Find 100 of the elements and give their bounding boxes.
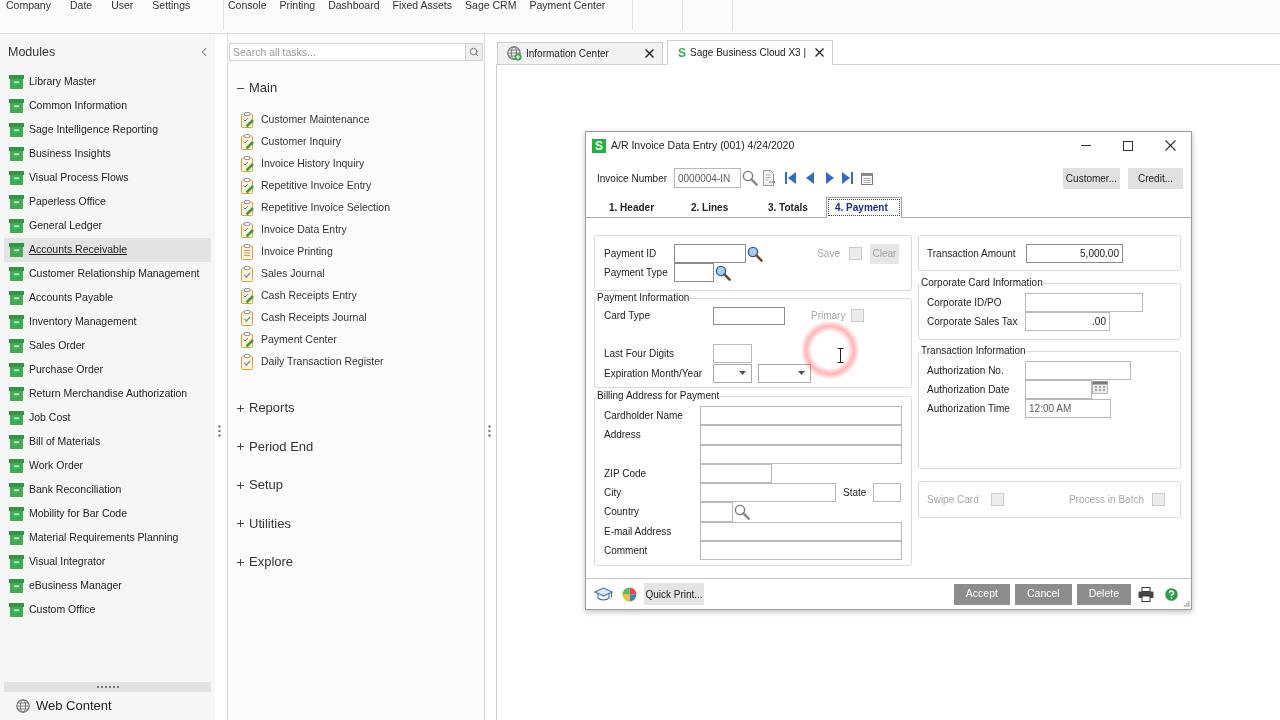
module-item[interactable]: Common Information bbox=[4, 94, 211, 118]
close-icon[interactable] bbox=[645, 49, 654, 58]
task-group-header[interactable]: Main bbox=[228, 78, 484, 98]
previous-icon[interactable] bbox=[805, 172, 816, 184]
module-item[interactable]: Inventory Management bbox=[4, 310, 211, 334]
calendar-icon[interactable] bbox=[1092, 381, 1108, 394]
calendar-icon[interactable] bbox=[861, 171, 873, 185]
next-icon[interactable] bbox=[824, 172, 835, 184]
text-field[interactable] bbox=[873, 483, 902, 503]
task-group-header[interactable]: Reports bbox=[228, 398, 484, 418]
task-item[interactable]: Customer Inquiry bbox=[228, 131, 484, 153]
workspace-tab[interactable]: S Sage Business Cloud X3 | bbox=[667, 40, 833, 65]
module-item[interactable]: Library Master bbox=[4, 70, 211, 94]
task-item[interactable]: Daily Transaction Register bbox=[228, 351, 484, 373]
task-item[interactable]: Sales Journal bbox=[228, 263, 484, 285]
printer-icon[interactable] bbox=[1138, 586, 1154, 602]
search-icon[interactable] bbox=[734, 503, 750, 520]
module-item[interactable]: Return Merchandise Authorization bbox=[4, 382, 211, 406]
first-record-icon[interactable] bbox=[785, 172, 796, 184]
plus-icon[interactable] bbox=[237, 404, 244, 412]
text-field[interactable] bbox=[700, 406, 902, 426]
module-item[interactable]: Work Order bbox=[4, 454, 211, 478]
last-record-icon[interactable] bbox=[842, 172, 853, 184]
search-icon[interactable] bbox=[747, 245, 763, 262]
resize-grip-icon[interactable] bbox=[1183, 600, 1190, 607]
menu-item[interactable]: Dashboard bbox=[328, 0, 380, 11]
module-item[interactable]: Paperless Office bbox=[4, 190, 211, 214]
task-item[interactable]: Customer Maintenance bbox=[228, 109, 484, 131]
text-field[interactable] bbox=[700, 483, 836, 503]
module-item[interactable]: Bank Reconciliation bbox=[4, 478, 211, 502]
module-item[interactable]: Visual Process Flows bbox=[4, 166, 211, 190]
dropdown[interactable] bbox=[713, 363, 752, 383]
dialog-button[interactable]: Customer... bbox=[1062, 167, 1120, 189]
module-item[interactable]: Custom Office bbox=[4, 598, 211, 622]
module-item[interactable]: Accounts Payable bbox=[4, 286, 211, 310]
text-field[interactable] bbox=[700, 425, 902, 445]
text-field[interactable] bbox=[674, 244, 746, 263]
search-icon[interactable] bbox=[742, 170, 758, 186]
menu-item[interactable]: Sage CRM bbox=[465, 0, 517, 11]
task-group-header[interactable]: Explore bbox=[228, 552, 484, 572]
module-item[interactable]: Accounts Receivable bbox=[4, 238, 211, 262]
text-field[interactable] bbox=[1025, 361, 1131, 380]
text-field[interactable] bbox=[700, 444, 902, 464]
module-item[interactable]: eBusiness Manager bbox=[4, 574, 211, 598]
tab[interactable]: 4. Payment bbox=[826, 197, 902, 218]
plus-icon[interactable] bbox=[237, 520, 244, 527]
text-field[interactable] bbox=[713, 344, 752, 363]
text-field[interactable] bbox=[1025, 293, 1143, 312]
splitter-grip-icon[interactable] bbox=[488, 425, 491, 437]
module-item[interactable]: Sales Order bbox=[4, 334, 211, 358]
graduation-cap-icon[interactable] bbox=[594, 586, 613, 602]
task-item[interactable]: Repetitive Invoice Selection bbox=[228, 197, 484, 219]
tab[interactable]: 2. Lines bbox=[682, 197, 759, 217]
text-field[interactable] bbox=[713, 306, 785, 325]
module-item[interactable]: Visual Integrator bbox=[4, 550, 211, 574]
menu-item[interactable]: Fixed Assets bbox=[392, 0, 453, 11]
text-field[interactable] bbox=[674, 263, 714, 282]
menu-item[interactable]: Printing bbox=[279, 0, 316, 11]
text-field[interactable] bbox=[1025, 380, 1092, 399]
text-field[interactable]: 12:00 AM bbox=[1025, 399, 1111, 418]
task-item[interactable]: Invoice History Inquiry bbox=[228, 153, 484, 175]
menu-item[interactable]: Date bbox=[69, 0, 93, 11]
module-item[interactable]: General Ledger bbox=[4, 214, 211, 238]
task-item[interactable]: Cash Receipts Journal bbox=[228, 307, 484, 329]
task-group-header[interactable]: Setup bbox=[228, 475, 484, 495]
close-icon[interactable] bbox=[815, 48, 824, 57]
module-item[interactable]: Purchase Order bbox=[4, 358, 211, 382]
dropdown[interactable] bbox=[758, 363, 811, 383]
task-item[interactable]: Invoice Data Entry bbox=[228, 219, 484, 241]
text-field[interactable] bbox=[700, 463, 772, 483]
menu-item[interactable]: Company bbox=[6, 0, 51, 11]
search-icon[interactable] bbox=[715, 264, 731, 281]
menu-item[interactable]: Payment Center bbox=[529, 0, 606, 11]
invoice-number-field[interactable]: 0000004-IN bbox=[674, 168, 741, 188]
search-button[interactable] bbox=[466, 43, 483, 61]
module-item[interactable]: Customer Relationship Management bbox=[4, 262, 211, 286]
tab[interactable]: 3. Totals bbox=[759, 197, 826, 217]
task-item[interactable]: Payment Center bbox=[228, 329, 484, 351]
module-item[interactable]: Mobility for Bar Code bbox=[4, 502, 211, 526]
workspace-tab[interactable]: Information Center bbox=[497, 42, 663, 64]
tab[interactable]: 1. Header bbox=[600, 197, 682, 217]
text-field[interactable] bbox=[700, 502, 733, 522]
module-item[interactable]: Business Insights bbox=[4, 142, 211, 166]
document-icon[interactable] bbox=[762, 170, 777, 186]
search-field[interactable]: Search all tasks... bbox=[229, 43, 466, 61]
task-group-header[interactable]: Period End bbox=[228, 436, 484, 457]
menu-item[interactable]: User bbox=[111, 0, 134, 11]
module-item[interactable]: Bill of Materials bbox=[4, 430, 211, 454]
quick-print-button[interactable]: Quick Print... bbox=[644, 583, 704, 605]
task-group-header[interactable]: Utilities bbox=[228, 513, 484, 534]
dialog-button[interactable]: Credit... bbox=[1128, 167, 1183, 189]
help-icon[interactable] bbox=[1163, 585, 1180, 603]
plus-icon[interactable] bbox=[237, 481, 244, 489]
task-item[interactable]: Invoice Printing bbox=[228, 241, 484, 263]
plus-icon[interactable] bbox=[237, 443, 244, 450]
task-item[interactable]: Repetitive Invoice Entry bbox=[228, 175, 484, 197]
text-field[interactable]: .00 bbox=[1025, 312, 1110, 331]
module-item[interactable]: Material Requirements Planning bbox=[4, 526, 211, 550]
module-item[interactable]: Job Cost bbox=[4, 406, 211, 430]
text-field[interactable] bbox=[700, 521, 902, 541]
